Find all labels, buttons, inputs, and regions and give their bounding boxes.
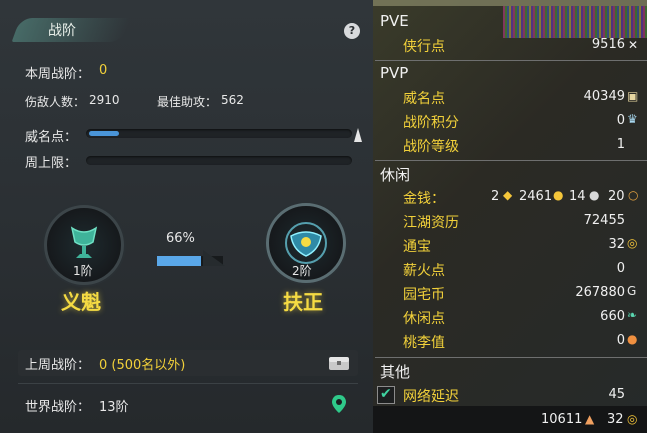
row-value: 1	[616, 137, 625, 152]
rank-badge-icon: ♛	[627, 112, 638, 126]
row-label: 园宅币	[403, 287, 445, 303]
money-label: 金钱：	[403, 191, 445, 207]
section-separator	[375, 357, 647, 358]
bottom-value-2: 32	[607, 412, 624, 427]
row-label: 侠行点	[403, 39, 445, 55]
gold-ingot-icon: ◆	[503, 188, 513, 202]
section-separator	[375, 160, 647, 161]
row-label: 薪火点	[403, 263, 445, 279]
row-value: 0	[616, 261, 625, 276]
injured-value: 2910	[89, 93, 120, 107]
money-gold-ingot-count: 2	[491, 189, 500, 204]
leaf-icon: ❧	[627, 308, 638, 322]
fame-bar	[86, 129, 352, 138]
row-label: 桃李值	[403, 335, 445, 351]
row-value: 40349	[583, 89, 625, 104]
next-rank-level: 2阶	[292, 264, 312, 278]
row-value: 32	[608, 237, 625, 252]
current-rank-level: 1阶	[73, 264, 93, 278]
next-rank-name: 扶正	[283, 290, 323, 314]
weekly-cap-label: 周上限：	[25, 156, 78, 171]
copper-coin-icon: ○	[628, 188, 639, 202]
tongbao-coin-icon: ◎	[627, 236, 638, 250]
assist-label: 最佳助攻：	[157, 95, 218, 109]
rank-panel: 战阶 ? 本周战阶： 0 伤敌人数： 2910 最佳助攻： 562 威名点： 周…	[0, 0, 373, 433]
money-silver-count: 14	[569, 189, 586, 204]
boot-icon: ▲	[585, 412, 595, 426]
weekly-rank-value: 0	[99, 63, 108, 78]
arrow-right-icon	[203, 250, 225, 266]
row-label: 战阶等级	[403, 139, 459, 155]
row-label: 战阶积分	[403, 115, 459, 131]
row-value: 0	[616, 333, 625, 348]
row-value: 660	[600, 309, 625, 324]
estate-coin-icon: G	[627, 284, 637, 298]
world-rank-value: 13阶	[99, 400, 129, 415]
rank-progress-fill	[157, 256, 201, 266]
bottom-status-bar: 10611 ▲ 32 ◎	[373, 406, 647, 433]
silver-coin-icon: ●	[589, 188, 600, 202]
latency-value: 45	[608, 387, 625, 402]
weekly-rank-label: 本周战阶：	[25, 67, 91, 82]
close-x-icon: ✕	[628, 38, 639, 52]
currency-panel: PVE 侠行点 9516 ✕ PVP 威名点 40349 ▣ 战阶积分 0 ♛ …	[373, 0, 647, 433]
section-separator	[375, 60, 647, 61]
latency-checkbox[interactable]: ✔	[377, 386, 395, 404]
cap-marker-icon	[354, 128, 362, 142]
assist-value: 562	[221, 93, 244, 107]
row-label: 威名点	[403, 91, 445, 107]
rank-progress-percent: 66%	[166, 231, 195, 246]
section-pvp: PVP	[380, 64, 409, 82]
fame-token-icon: ▣	[627, 89, 639, 103]
weekly-cap-bar	[86, 156, 352, 165]
last-week-label: 上周战阶：	[25, 358, 91, 373]
row-value: 9516	[591, 37, 625, 52]
world-rank-label: 世界战阶：	[25, 400, 91, 415]
fame-label: 威名点：	[25, 130, 78, 145]
row-value: 0	[616, 113, 625, 128]
money-copper-count: 20	[608, 189, 625, 204]
chest-icon[interactable]	[327, 354, 351, 372]
section-divider	[18, 383, 358, 384]
row-label: 休闲点	[403, 311, 445, 327]
background-overlay	[503, 6, 647, 38]
gold-coin-icon: ●	[553, 188, 564, 202]
row-value: 72455	[583, 213, 625, 228]
row-label: 江湖资历	[403, 215, 459, 231]
checkmark-icon: ✔	[380, 386, 392, 402]
fame-bar-fill	[89, 131, 119, 136]
page-title: 战阶	[48, 23, 76, 39]
row-label: 通宝	[403, 239, 431, 255]
bottom-value-1: 10611	[541, 412, 583, 427]
injured-label: 伤敌人数：	[25, 95, 86, 109]
money-gold-count: 2461	[519, 189, 553, 204]
last-week-value: 0 (500名以外)	[99, 358, 186, 373]
section-leisure: 休闲	[380, 166, 411, 184]
panel-header: 战阶 ?	[0, 12, 373, 46]
row-value: 267880	[575, 285, 625, 300]
help-icon[interactable]: ?	[344, 23, 360, 39]
section-other: 其他	[380, 363, 411, 381]
peach-icon: ●	[627, 332, 638, 346]
latency-label: 网络延迟	[403, 389, 459, 405]
current-rank-name: 义魁	[61, 290, 101, 314]
location-pin-icon[interactable]	[331, 394, 347, 414]
coin-icon: ◎	[627, 412, 638, 426]
section-pve: PVE	[380, 12, 409, 30]
